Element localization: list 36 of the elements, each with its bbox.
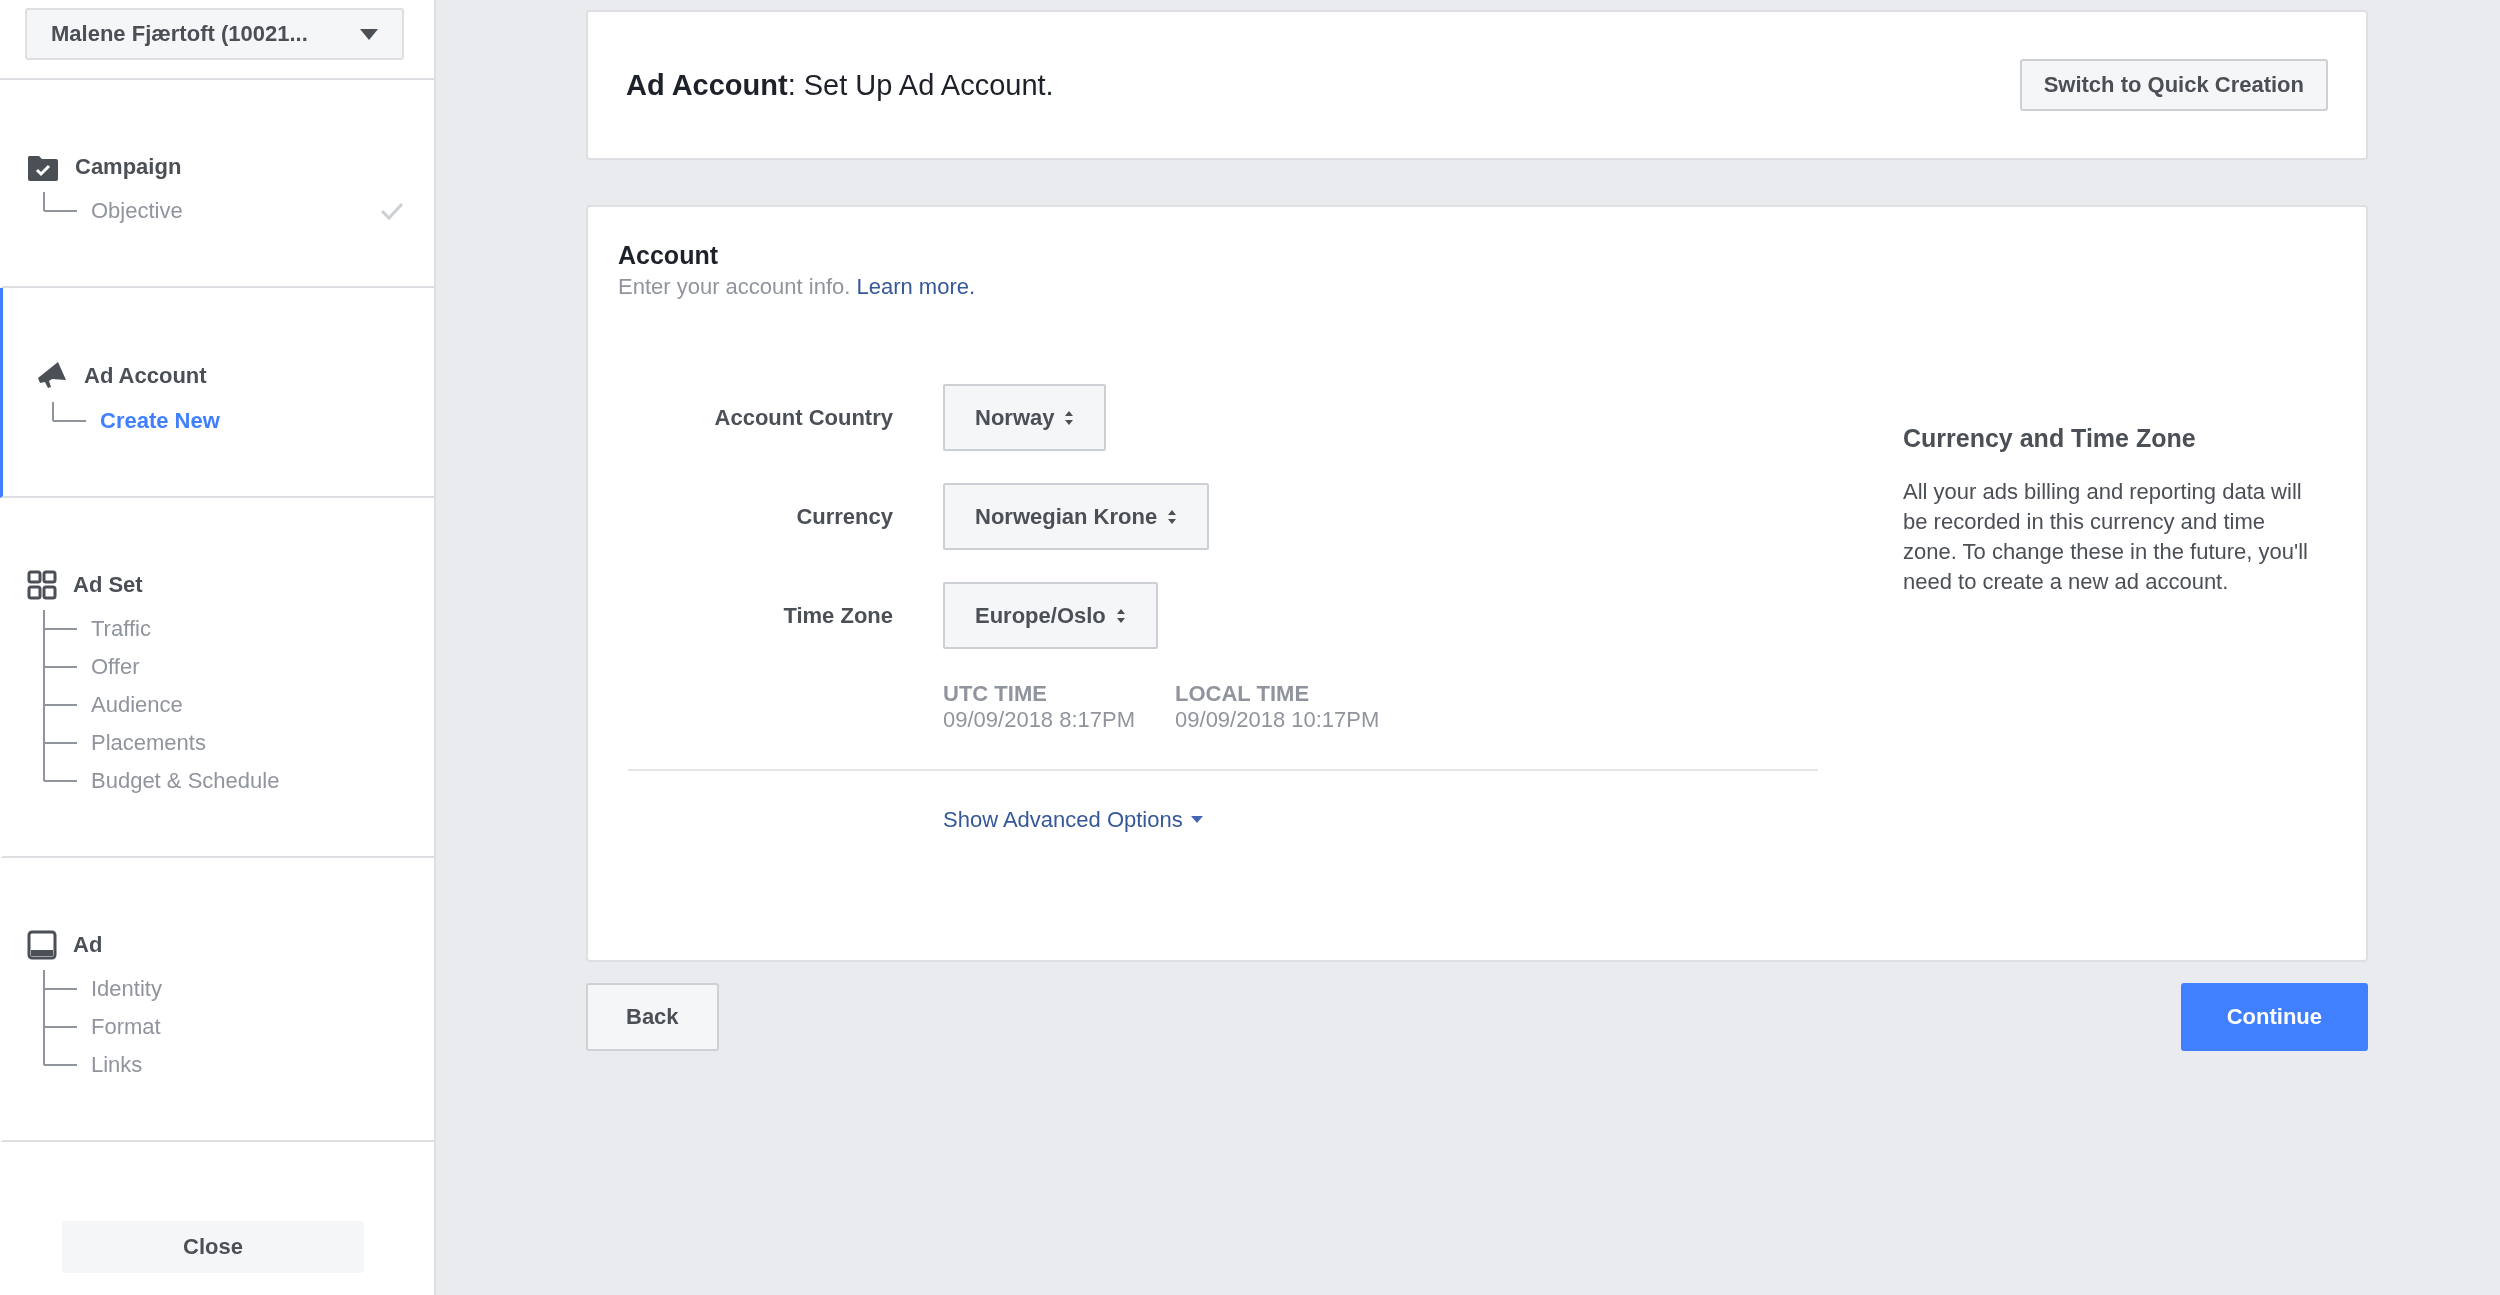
- sort-arrows-icon: [1064, 410, 1075, 425]
- caret-icon: [1190, 816, 1203, 824]
- info-title: Currency and Time Zone: [1903, 424, 2197, 453]
- time-label: LOCAL TIME: [1175, 681, 1311, 707]
- info-text: All your ads billing and reporting data will be recorded in this currency and time zone. To change these in the future, you'll need to create a new ad account.: [1903, 478, 2309, 596]
- tree-lines-drawing: [43, 192, 77, 212]
- field-label: Account Country: [713, 404, 893, 431]
- tree-lines-drawing: [52, 402, 86, 422]
- section-title[interactable]: Ad Set: [73, 572, 143, 598]
- select-field[interactable]: Europe/Oslo: [943, 582, 1158, 649]
- select-field[interactable]: Norwegian Krone: [943, 483, 1210, 550]
- advanced-options-link[interactable]: Show Advanced Options: [943, 807, 1203, 833]
- quick-creation-button[interactable]: Switch to Quick Creation: [2019, 59, 2328, 111]
- card-subtitle: Enter your account info.: [618, 274, 851, 299]
- sidebar-item[interactable]: Create New: [100, 408, 220, 434]
- time-value: 09/09/2018 10:17PM: [1175, 707, 1380, 733]
- field-label: Currency: [795, 503, 893, 530]
- section-title[interactable]: Ad: [73, 932, 103, 958]
- page-title: Ad Account: Set Up Ad Account.: [626, 68, 1054, 102]
- select-field[interactable]: Norway: [943, 384, 1107, 451]
- time-value: 09/09/2018 8:17PM: [943, 707, 1136, 733]
- grid-icon: [27, 570, 57, 600]
- card-title: Account: [618, 241, 719, 270]
- learn-more-link[interactable]: Learn more.: [856, 274, 976, 299]
- back-button[interactable]: Back: [586, 983, 719, 1051]
- caret-icon: [360, 28, 378, 40]
- section-title[interactable]: Campaign: [75, 154, 182, 180]
- time-label: UTC TIME: [943, 681, 1048, 707]
- continue-button[interactable]: Continue: [2180, 983, 2368, 1051]
- field-label: Time Zone: [782, 602, 893, 629]
- tablet-icon: [27, 930, 57, 960]
- account-dropdown[interactable]: Malene Fjærtoft (10021...: [25, 8, 404, 60]
- sort-arrows-icon: [1115, 608, 1126, 623]
- section-title[interactable]: Ad Account: [84, 363, 207, 389]
- sort-arrows-icon: [1167, 509, 1178, 524]
- close-button[interactable]: Close: [62, 1221, 364, 1273]
